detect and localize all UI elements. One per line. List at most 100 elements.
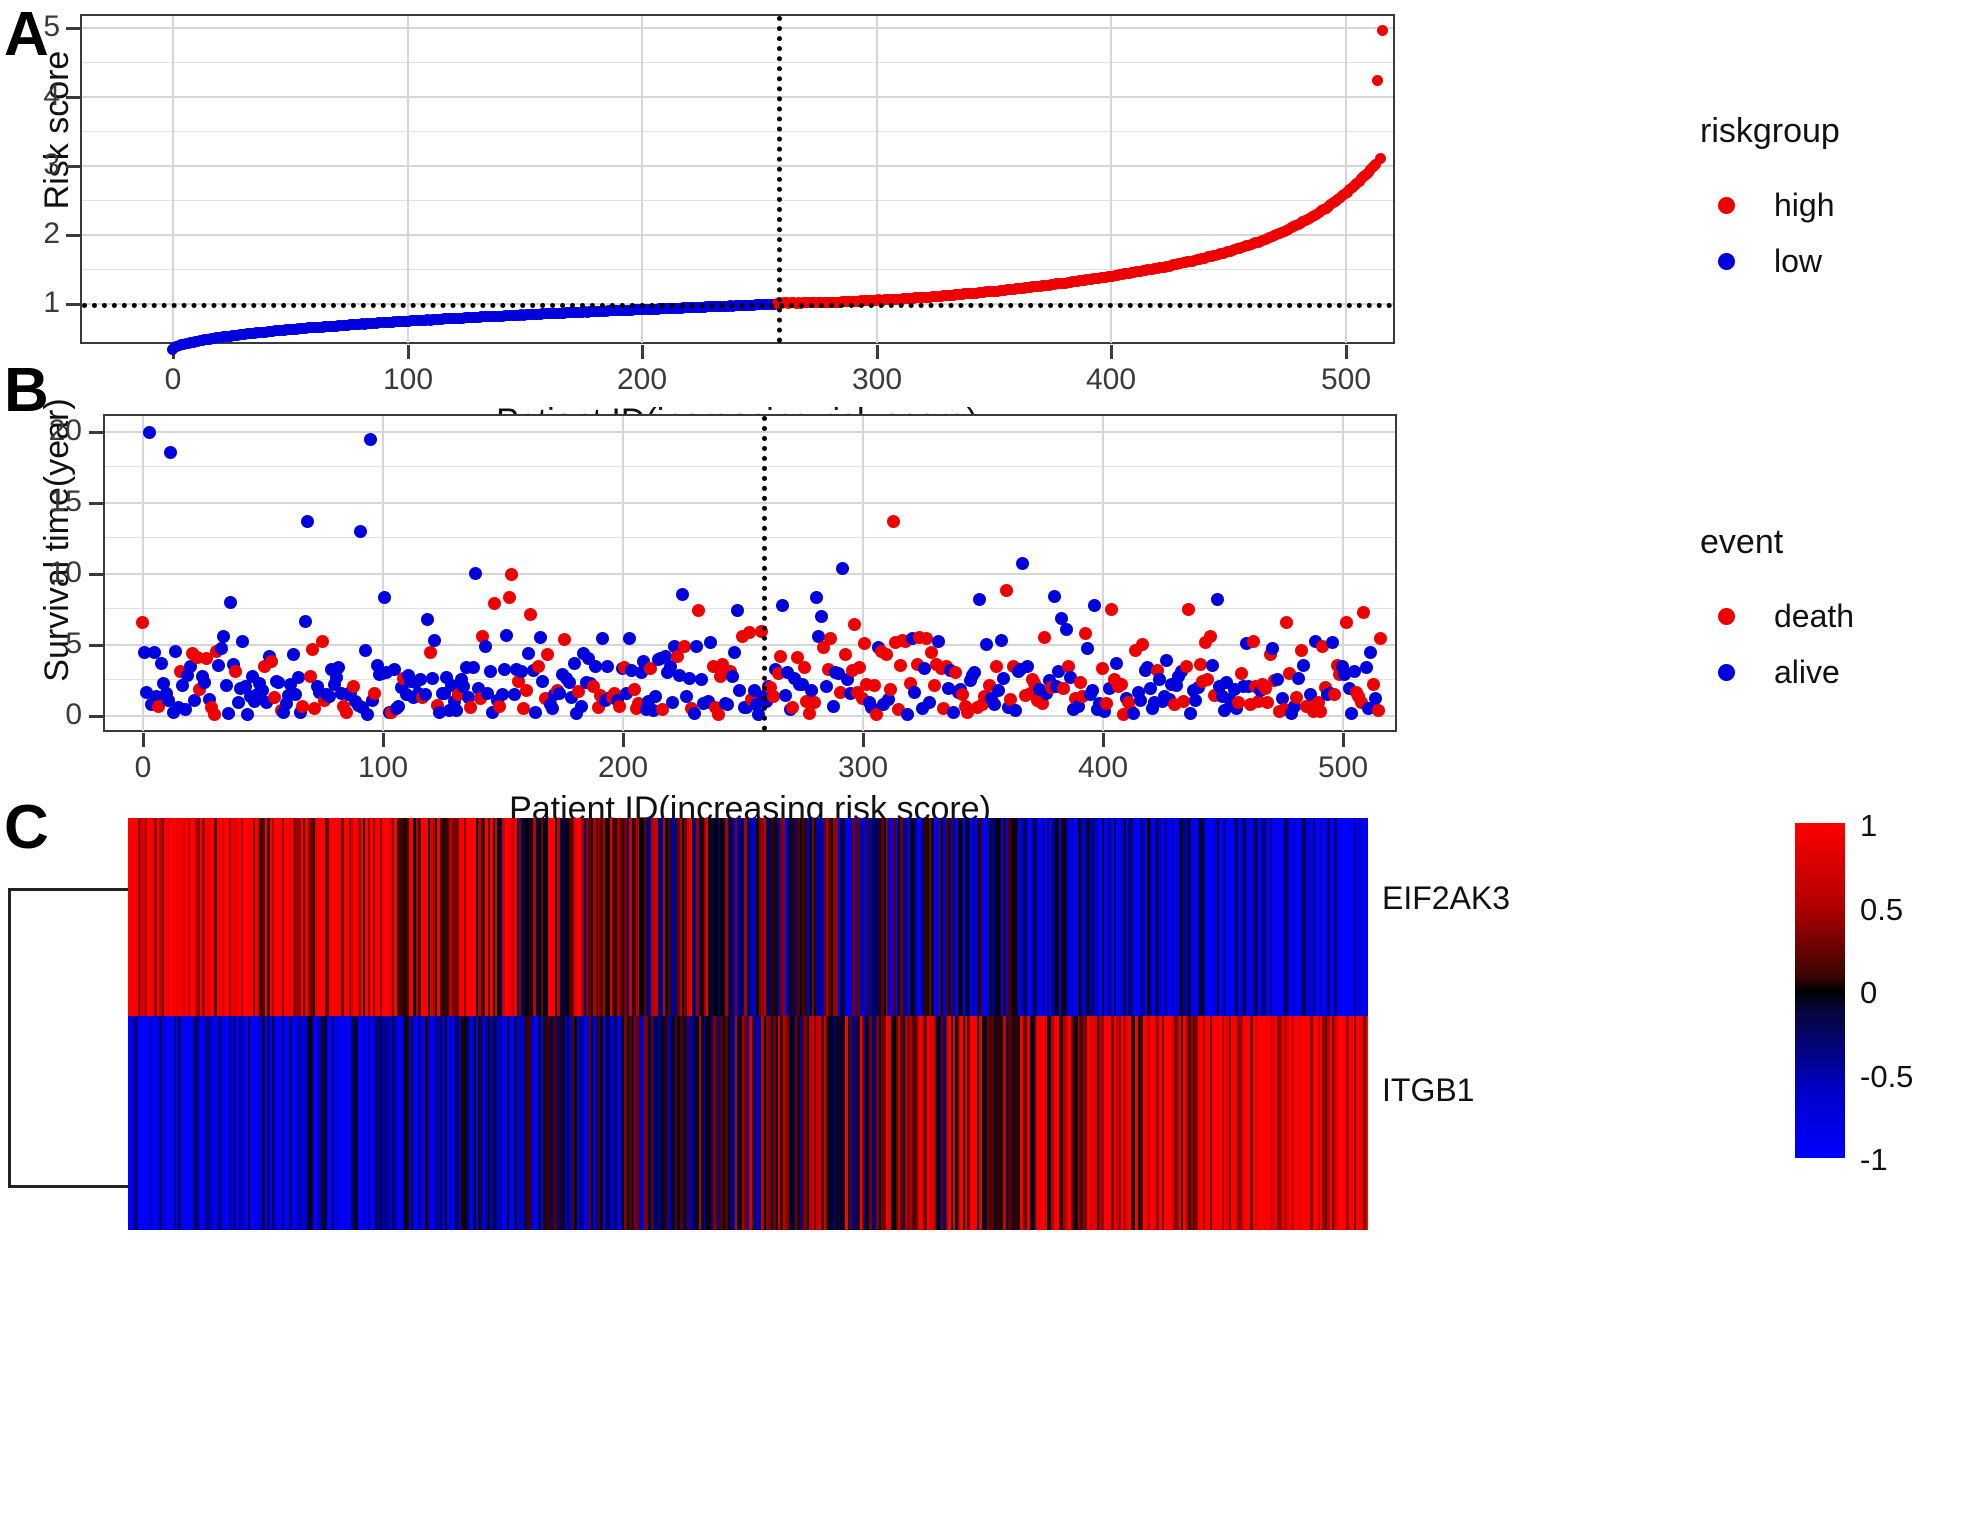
panel-b-point	[1297, 659, 1310, 672]
panel-b-point	[1369, 692, 1382, 705]
panel-b-point	[868, 679, 881, 692]
panel-b-point	[726, 670, 739, 683]
panel-b-point	[786, 701, 799, 714]
panel-b-point	[1048, 590, 1061, 603]
panel-b-point	[575, 700, 588, 713]
panel-a-gridline-y	[82, 62, 1393, 63]
panel-b-point	[688, 707, 701, 720]
panel-b-point	[496, 688, 509, 701]
panel-b-point	[692, 604, 705, 617]
panel-b-legend-title: event	[1700, 523, 1854, 562]
panel-a-x-ticklabel: 400	[1061, 363, 1161, 397]
panel-b-point	[923, 696, 936, 709]
panel-b-point	[733, 684, 746, 697]
panel-b-point	[1194, 658, 1207, 671]
panel-b-y-tick	[89, 431, 103, 434]
panel-b-x-ticklabel: 0	[93, 751, 193, 785]
panel-b-point	[949, 666, 962, 679]
panel-b-point	[220, 679, 233, 692]
colorbar-ticklabel: -0.5	[1860, 1059, 1913, 1095]
panel-b-point	[1096, 662, 1109, 675]
panel-b-point	[858, 637, 871, 650]
panel-b-point	[469, 567, 482, 580]
panel-b-point	[488, 597, 501, 610]
panel-b-point	[1235, 667, 1248, 680]
panel-b-point	[558, 633, 571, 646]
panel-b-legend-item-alive[interactable]: alive	[1700, 644, 1854, 700]
panel-a-x-tick	[641, 345, 644, 359]
panel-b-point	[887, 515, 900, 528]
panel-b-point	[289, 688, 302, 701]
panel-a-x-tick	[1110, 345, 1113, 359]
expression-heatmap	[128, 818, 1368, 1230]
panel-b-point	[1134, 694, 1147, 707]
panel-b-x-ticklabel: 400	[1053, 751, 1153, 785]
panel-b-point	[198, 676, 211, 689]
panel-b-point	[1016, 557, 1029, 570]
panel-b-x-tick	[622, 733, 625, 747]
panel-b-point	[503, 591, 516, 604]
panel-b-point	[392, 700, 405, 713]
heatmap-bottom-edge	[128, 1230, 1368, 1233]
panel-b-y-ticklabel: 5	[8, 627, 82, 661]
panel-b-point	[292, 671, 305, 684]
panel-b-x-tick	[1102, 733, 1105, 747]
panel-b-point	[1100, 697, 1113, 710]
panel-b-gridline-y	[105, 608, 1395, 609]
heatmap-row-label-itgb1: ITGB1	[1382, 1072, 1474, 1109]
panel-b-point	[450, 704, 463, 717]
panel-b-point	[265, 655, 278, 668]
panel-b-point	[988, 698, 1001, 711]
panel-a-y-ticklabel: 3	[0, 148, 60, 182]
panel-b-point	[484, 665, 497, 678]
panel-b-point	[839, 648, 852, 661]
panel-b-point	[676, 588, 689, 601]
panel-b-point	[1271, 673, 1284, 686]
panel-b-point	[347, 680, 360, 693]
panel-b-point	[956, 688, 969, 701]
panel-a-x-tick	[1345, 345, 1348, 359]
heatmap-cell	[1366, 1016, 1368, 1230]
panel-b-point	[1189, 694, 1202, 707]
panel-b-point	[426, 672, 439, 685]
panel-b-point	[1160, 654, 1173, 667]
panel-b-point	[947, 706, 960, 719]
panel-b-x-ticklabel: 200	[573, 751, 673, 785]
panel-b-point	[520, 684, 533, 697]
colorbar-ticklabel: -1	[1860, 1142, 1888, 1178]
panel-b-gridline-y	[105, 431, 1395, 433]
panel-b-point	[997, 672, 1010, 685]
panel-b-point	[532, 660, 545, 673]
heatmap-row-itgb1	[128, 1016, 1368, 1230]
panel-b-point	[1374, 632, 1387, 645]
panel-b-point	[1182, 603, 1195, 616]
panel-b-legend-item-death[interactable]: death	[1700, 588, 1854, 644]
panel-b-point	[992, 684, 1005, 697]
panel-a-y-tick	[66, 234, 80, 237]
colorbar-gradient	[1795, 823, 1845, 1158]
panel-b-point	[361, 708, 374, 721]
panel-b-point	[1110, 657, 1123, 670]
panel-b-point	[1328, 688, 1341, 701]
panel-a-y-tick	[66, 96, 80, 99]
panel-a-legend-item-low[interactable]: low	[1700, 233, 1840, 289]
panel-b-point	[568, 657, 581, 670]
panel-b-gridline-y	[105, 573, 1395, 575]
heatmap-colorbar	[1795, 823, 1845, 1158]
panel-a-gridline-y	[82, 269, 1393, 270]
panel-b-x-ticklabel: 100	[333, 751, 433, 785]
panel-b-point	[155, 657, 168, 670]
panel-a-legend-item-high[interactable]: high	[1700, 177, 1840, 233]
heatmap-row-eif2ak3	[128, 818, 1368, 1016]
panel-b-point	[1266, 642, 1279, 655]
panel-a-cutoff-hline	[82, 303, 1393, 308]
panel-a-y-ticklabel: 4	[0, 79, 60, 113]
panel-b-point	[414, 673, 427, 686]
legend-dot-low-icon	[1700, 253, 1752, 270]
panel-a-x-tick	[876, 345, 879, 359]
panel-b-point	[1326, 636, 1339, 649]
panel-a-legend-title: riskgroup	[1700, 112, 1840, 151]
heatmap-cell	[1366, 818, 1368, 1016]
panel-a-gridline-x	[407, 16, 409, 343]
panel-b-point	[1009, 704, 1022, 717]
